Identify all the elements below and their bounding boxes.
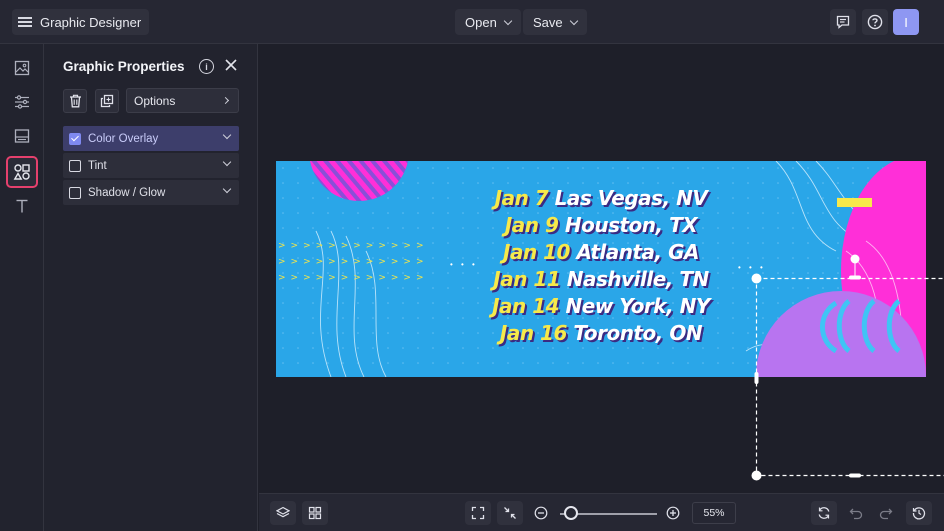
event-line[interactable]: Jan 11 Nashville, TN (276, 267, 926, 291)
options-label: Options (134, 93, 176, 108)
open-label: Open (465, 14, 497, 30)
rail-image-button[interactable] (8, 54, 36, 82)
grid-button[interactable] (302, 501, 328, 525)
zoom-out-icon[interactable] (534, 506, 548, 520)
history-button[interactable] (906, 501, 932, 525)
comments-button[interactable] (830, 9, 856, 35)
properties-panel: Graphic Properties i Options Color Overl… (44, 44, 258, 531)
layers-button[interactable] (270, 501, 296, 525)
event-date: Jan 10 (503, 240, 570, 264)
chevron-down-icon (222, 130, 232, 140)
property-label: Tint (88, 159, 107, 172)
help-icon (867, 14, 883, 30)
hamburger-icon (18, 17, 32, 27)
trash-icon (69, 94, 81, 108)
open-button[interactable]: Open (455, 9, 521, 35)
property-label: Shadow / Glow (88, 186, 166, 199)
grid-icon (308, 506, 322, 520)
text-icon (16, 199, 28, 213)
refresh-icon (818, 507, 830, 519)
save-button[interactable]: Save (523, 9, 587, 35)
rail-layout-button[interactable] (8, 122, 36, 150)
event-city: Houston, TX (564, 213, 698, 237)
property-label: Color Overlay (88, 132, 159, 145)
event-line[interactable]: Jan 7 Las Vegas, NV (276, 186, 926, 210)
app-title: Graphic Designer (40, 14, 142, 30)
delete-button[interactable] (63, 89, 87, 113)
event-city: Las Vegas, NV (554, 186, 708, 210)
chevron-down-icon (222, 184, 232, 194)
zoom-in-icon[interactable] (666, 506, 680, 520)
shadow-glow-checkbox[interactable] (69, 186, 81, 199)
actual-size-button[interactable] (497, 501, 523, 525)
redo-icon[interactable] (879, 506, 893, 520)
event-line[interactable]: Jan 10 Atlanta, GA (276, 240, 926, 264)
event-line[interactable]: Jan 14 New York, NY (276, 294, 926, 318)
rail-adjust-button[interactable] (8, 88, 36, 116)
history-icon (912, 507, 926, 520)
adjust-sliders-icon (15, 95, 29, 109)
duplicate-button[interactable] (95, 89, 119, 113)
event-date: Jan 14 (492, 294, 560, 318)
event-city: Atlanta, GA (576, 240, 699, 264)
expand-icon (471, 506, 485, 520)
chevron-down-icon (569, 16, 578, 25)
design-banner[interactable]: >>>>>>>>>>>> >>>>>>>>>>>> >>>>>>>>>>>> •… (276, 161, 926, 377)
canvas-area[interactable]: >>>>>>>>>>>> >>>>>>>>>>>> >>>>>>>>>>>> •… (259, 44, 944, 493)
avatar[interactable]: I (893, 9, 919, 35)
panel-title: Graphic Properties (63, 59, 185, 74)
property-tint[interactable]: Tint (63, 153, 239, 178)
event-city: Toronto, ON (573, 321, 703, 345)
bottom-toolbar: 55% (259, 493, 944, 531)
image-icon (14, 60, 30, 76)
event-date: Jan 16 (499, 321, 567, 345)
shrink-icon (504, 507, 516, 519)
top-bar: Graphic Designer Open Save I (0, 0, 944, 44)
save-label: Save (533, 14, 563, 30)
layers-icon (276, 506, 290, 518)
fit-to-screen-button[interactable] (465, 501, 491, 525)
event-line[interactable]: Jan 16 Toronto, ON (276, 321, 926, 345)
chevron-down-icon (503, 16, 513, 25)
event-city: Nashville, TN (566, 267, 710, 291)
close-icon[interactable] (224, 58, 238, 72)
avatar-initial: I (904, 14, 908, 30)
event-date: Jan 7 (494, 186, 549, 210)
property-color-overlay[interactable]: Color Overlay (63, 126, 239, 151)
property-shadow-glow[interactable]: Shadow / Glow (63, 180, 239, 205)
chevron-down-icon (222, 157, 232, 167)
tint-checkbox[interactable] (69, 159, 81, 172)
rail-text-button[interactable] (8, 192, 36, 220)
zoom-level[interactable]: 55% (692, 502, 736, 524)
tool-rail (0, 44, 44, 531)
event-line[interactable]: Jan 9 Houston, TX (276, 213, 926, 237)
color-overlay-checkbox[interactable] (69, 132, 81, 145)
info-icon[interactable]: i (199, 59, 214, 74)
refresh-button[interactable] (811, 501, 837, 525)
app-menu-button[interactable]: Graphic Designer (12, 9, 150, 35)
comment-icon (836, 15, 850, 29)
rail-graphics-button[interactable] (6, 156, 38, 188)
graphics-shapes-icon (13, 164, 30, 180)
help-button[interactable] (862, 9, 888, 35)
zoom-slider-handle[interactable] (564, 506, 578, 520)
options-button[interactable]: Options (126, 88, 239, 113)
duplicate-icon (100, 94, 114, 108)
event-city: New York, NY (565, 294, 711, 318)
layout-icon (14, 129, 30, 143)
event-date: Jan 9 (504, 213, 559, 237)
chevron-right-icon (221, 96, 230, 105)
undo-icon[interactable] (849, 506, 863, 520)
event-date: Jan 11 (493, 267, 561, 291)
